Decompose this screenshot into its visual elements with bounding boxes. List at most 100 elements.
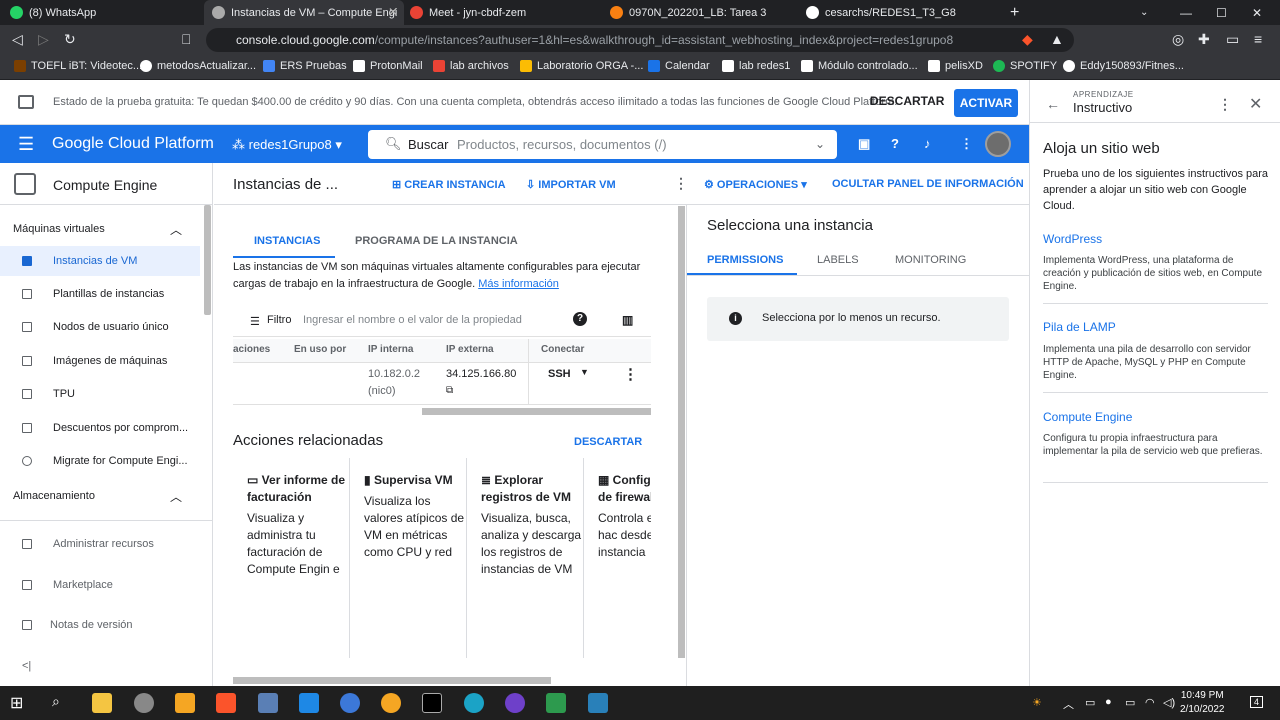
extension-icon[interactable]: ◎ bbox=[1172, 31, 1184, 48]
bookmark-item[interactable]: metodosActualizar... bbox=[140, 60, 256, 72]
filter-bar[interactable]: ☰ Filtro Ingresar el nombre o el valor d… bbox=[233, 305, 651, 337]
system-clock[interactable]: 10:49 PM 2/10/2022 bbox=[1180, 689, 1225, 717]
bookmark-item[interactable]: lab archivos bbox=[433, 60, 509, 72]
scrollbar[interactable] bbox=[204, 205, 211, 315]
table-scrollbar[interactable] bbox=[422, 408, 651, 415]
sidebar-item-marketplace[interactable]: Marketplace bbox=[0, 570, 200, 600]
collapse-nav-button[interactable]: <| bbox=[22, 660, 31, 672]
help-icon[interactable]: ? bbox=[573, 312, 587, 326]
file-explorer-icon[interactable] bbox=[92, 693, 112, 713]
brave-browser-icon[interactable] bbox=[216, 693, 236, 713]
bookmark-item[interactable]: ProtonMail bbox=[353, 60, 423, 72]
project-selector[interactable]: ⁂ redes1Grupo8 ▾ bbox=[232, 137, 342, 153]
more-options-icon[interactable]: ⋮ bbox=[674, 175, 688, 192]
app-icon[interactable] bbox=[381, 693, 401, 713]
operations-button[interactable]: ⚙ OPERACIONES ▾ bbox=[704, 178, 807, 191]
column-header[interactable]: Conectar bbox=[541, 344, 584, 355]
more-info-link[interactable]: Más información bbox=[478, 278, 559, 290]
card-billing[interactable]: ▭ Ver informe de facturación Visualiza y… bbox=[233, 458, 350, 658]
sidebar-item-machine-images[interactable]: Imágenes de máquinas bbox=[0, 346, 200, 376]
avatar[interactable] bbox=[985, 131, 1011, 157]
external-link-icon[interactable]: ⧉ bbox=[446, 385, 453, 396]
windows-start-icon[interactable]: ⊞ bbox=[10, 693, 30, 713]
terminal-icon[interactable] bbox=[422, 693, 442, 713]
sidebar-icon[interactable]: ▭ bbox=[1226, 31, 1239, 48]
back-arrow-icon[interactable]: ← bbox=[1046, 96, 1060, 112]
cloud-shell-icon[interactable]: ▣ bbox=[858, 136, 870, 152]
ssh-button[interactable]: SSH bbox=[548, 368, 571, 380]
wordpress-link[interactable]: WordPress bbox=[1043, 232, 1102, 246]
bookmark-icon[interactable]: ⎕ bbox=[182, 31, 190, 48]
tab-instances[interactable]: INSTANCIAS bbox=[254, 235, 320, 247]
menu-icon[interactable]: ≡ bbox=[1254, 31, 1262, 47]
bookmark-item[interactable]: Eddy150893/Fitnes... bbox=[1063, 60, 1184, 72]
more-options-icon[interactable]: ⋮ bbox=[960, 136, 973, 152]
close-tab-icon[interactable]: ✕ bbox=[388, 5, 398, 19]
extensions-puzzle-icon[interactable]: ✚ bbox=[1198, 31, 1210, 48]
cards-scrollbar[interactable] bbox=[233, 677, 551, 684]
compute-engine-link[interactable]: Compute Engine bbox=[1043, 410, 1132, 424]
filter-input[interactable]: Ingresar el nombre o el valor de la prop… bbox=[303, 314, 522, 326]
wifi-icon[interactable]: ◠ bbox=[1145, 696, 1155, 709]
nav-section-storage[interactable]: Almacenamiento bbox=[13, 490, 95, 502]
url-field[interactable]: console.cloud.google.com/compute/instanc… bbox=[206, 28, 1074, 52]
browser-tab-whatsapp[interactable]: (8) WhatsApp bbox=[10, 0, 200, 25]
edge-icon[interactable] bbox=[464, 693, 484, 713]
browser-tab-gcp[interactable]: Instancias de VM – Compute Engi ✕ bbox=[204, 0, 404, 25]
tray-chevron-icon[interactable]: ︿ bbox=[1063, 696, 1074, 712]
dismiss-button[interactable]: DESCARTAR bbox=[870, 94, 944, 108]
maximize-icon[interactable]: ☐ bbox=[1216, 0, 1227, 25]
app-icon[interactable] bbox=[546, 693, 566, 713]
sidebar-item-release-notes[interactable]: Notas de versión bbox=[0, 610, 200, 640]
bookmark-item[interactable]: pelisXD bbox=[928, 60, 983, 72]
github-desktop-icon[interactable] bbox=[505, 693, 525, 713]
card-firewall[interactable]: ▦ Config reglas de firewall Controla e t… bbox=[584, 458, 651, 658]
search-bar[interactable]: 🔍︎ Buscar Productos, recursos, documento… bbox=[368, 130, 837, 159]
external-ip[interactable]: 34.125.166.80 bbox=[446, 368, 516, 380]
notifications-bell-icon[interactable]: ♪ bbox=[924, 136, 931, 151]
forward-icon[interactable]: ▷ bbox=[38, 31, 49, 48]
sidebar-item-manage-resources[interactable]: Administrar recursos bbox=[0, 529, 200, 559]
sidebar-item-tpu[interactable]: TPU bbox=[0, 379, 200, 409]
column-header[interactable]: IP externa bbox=[446, 344, 494, 355]
table-row[interactable]: 10.182.0.2 (nic0) 34.125.166.80 ⧉ SSH ▼ … bbox=[233, 363, 651, 405]
close-icon[interactable]: ✕ bbox=[1249, 94, 1262, 114]
tab-monitoring[interactable]: MONITORING bbox=[895, 254, 966, 266]
close-window-icon[interactable]: ✕ bbox=[1252, 0, 1262, 25]
sublime-text-icon[interactable] bbox=[175, 693, 195, 713]
display-icon[interactable]: ▭ bbox=[1125, 696, 1135, 709]
browser-tab-meet[interactable]: Meet - jyn-cbdf-zem bbox=[410, 0, 600, 25]
columns-icon[interactable]: ▥ bbox=[622, 313, 633, 327]
sidebar-item-commitments[interactable]: Descuentos por comprom... bbox=[0, 413, 200, 443]
bookmark-item[interactable]: Laboratorio ORGA -... bbox=[520, 60, 643, 72]
lamp-link[interactable]: Pila de LAMP bbox=[1043, 320, 1116, 334]
brave-shields-icon[interactable]: ◆ bbox=[1022, 31, 1033, 48]
sidebar-item-migrate[interactable]: Migrate for Compute Engi... bbox=[0, 446, 200, 476]
column-header[interactable]: aciones bbox=[233, 344, 270, 355]
chevron-up-icon[interactable]: ︿ bbox=[170, 221, 182, 238]
row-more-options-icon[interactable]: ⋮ bbox=[623, 365, 638, 383]
app-icon[interactable] bbox=[258, 693, 278, 713]
bookmark-item[interactable]: SPOTIFY bbox=[993, 60, 1057, 72]
hamburger-menu-icon[interactable]: ☰ bbox=[18, 135, 34, 153]
new-tab-button[interactable]: + bbox=[1010, 0, 1024, 25]
back-icon[interactable]: ◁ bbox=[12, 31, 23, 48]
battery-icon[interactable]: ▭ bbox=[1085, 696, 1095, 709]
app-icon[interactable] bbox=[340, 693, 360, 713]
minimize-icon[interactable]: — bbox=[1180, 0, 1192, 25]
import-vm-button[interactable]: ⇩ IMPORTAR VM bbox=[526, 178, 616, 191]
product-brand[interactable]: Google Cloud Platform bbox=[52, 135, 214, 153]
search-input[interactable]: Productos, recursos, documentos (/) bbox=[457, 137, 667, 152]
bookmark-item[interactable]: Módulo controlado... bbox=[801, 60, 918, 72]
brave-rewards-icon[interactable]: ▲ bbox=[1050, 31, 1064, 47]
more-options-icon[interactable]: ⋮ bbox=[1218, 96, 1232, 113]
weather-icon[interactable]: ☀ bbox=[1032, 696, 1042, 709]
notification-center-icon[interactable]: 4 bbox=[1250, 696, 1264, 708]
tab-labels[interactable]: LABELS bbox=[817, 254, 859, 266]
tab-search-icon[interactable]: ⌄ bbox=[1140, 0, 1148, 25]
activate-button[interactable]: ACTIVAR bbox=[954, 89, 1018, 117]
ssh-dropdown-icon[interactable]: ▼ bbox=[580, 367, 589, 377]
sidebar-item-sole-tenant[interactable]: Nodos de usuario único bbox=[0, 312, 200, 342]
chevron-up-icon[interactable]: ︿ bbox=[170, 488, 182, 505]
bookmark-item[interactable]: TOEFL iBT: Videotec... bbox=[14, 60, 142, 72]
